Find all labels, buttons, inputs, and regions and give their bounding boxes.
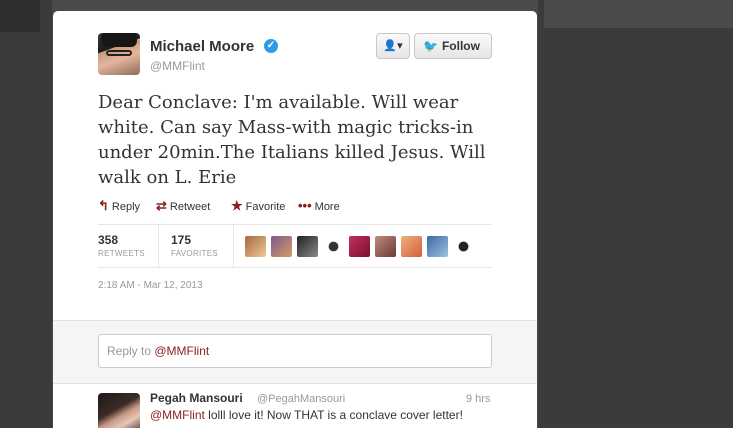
verified-badge-icon: ✓ (264, 39, 278, 53)
tweet-card: Michael Moore ✓ @MMFlint 👤▾ 🐦 Follow Dear… (53, 11, 537, 428)
reply-author-handle[interactable]: @PegahMansouri (257, 393, 345, 405)
reply-author-avatar[interactable] (98, 393, 140, 428)
author-handle[interactable]: @MMFlint (150, 59, 205, 73)
tweet-text: Dear Conclave: I'm available. Will wear … (98, 92, 486, 188)
favorites-count[interactable]: 175 (171, 233, 191, 247)
reply-label: Reply (111, 201, 141, 213)
retweets-label: RETWEETS (98, 249, 145, 258)
favoriter-avatar[interactable] (349, 236, 370, 257)
author-avatar[interactable] (98, 33, 140, 75)
favoriter-avatar[interactable] (427, 236, 448, 257)
reply-text-body: lolll love it! Now THAT is a conclave co… (204, 408, 463, 422)
stats-bar: 358 RETWEETS 175 FAVORITES (98, 224, 492, 268)
person-icon: 👤▾ (383, 40, 403, 52)
reply-action[interactable]: ↰ Reply (98, 198, 140, 214)
reply-area: Reply to @MMFlint (53, 320, 537, 384)
retweets-count[interactable]: 358 (98, 233, 118, 247)
reply-arrow-icon: ↰ (98, 198, 109, 213)
more-dots-icon: ••• (298, 198, 312, 213)
reply-author-name[interactable]: Pegah Mansouri (150, 391, 243, 405)
favorites-label: FAVORITES (171, 249, 219, 258)
retweet-label: Retweet (169, 201, 211, 213)
bird-icon: 🐦 (423, 39, 438, 53)
reply-prefix: Reply to (107, 344, 155, 358)
reply-text: @MMFlint lolll love it! Now THAT is a co… (150, 408, 463, 422)
background-block (544, 0, 733, 28)
background-right (538, 0, 733, 428)
more-action[interactable]: ••• More (298, 198, 340, 213)
favorite-action[interactable]: ★ Favorite (231, 198, 285, 214)
stat-divider (158, 225, 159, 267)
favoriter-avatar[interactable] (453, 236, 474, 257)
follow-button[interactable]: 🐦 Follow (414, 33, 492, 59)
favoriter-avatar[interactable] (245, 236, 266, 257)
star-icon: ★ (231, 198, 243, 213)
retweet-icon: ⇄ (156, 198, 167, 213)
reply-mention: @MMFlint (154, 344, 210, 358)
background-block (0, 0, 40, 32)
favorite-label: Favorite (245, 201, 286, 213)
follow-label: Follow (441, 39, 480, 53)
favoriter-avatar[interactable] (401, 236, 422, 257)
favoriter-avatar[interactable] (375, 236, 396, 257)
stat-divider (233, 225, 234, 267)
user-actions-button[interactable]: 👤▾ (376, 33, 410, 59)
author-name[interactable]: Michael Moore (150, 38, 254, 55)
retweet-action[interactable]: ⇄ Retweet (156, 198, 210, 214)
reply-time[interactable]: 9 hrs (466, 393, 490, 405)
reply-input[interactable]: Reply to @MMFlint (98, 334, 492, 368)
favoriter-avatar[interactable] (297, 236, 318, 257)
favoriter-avatar[interactable] (323, 236, 344, 257)
reply-text-mention[interactable]: @MMFlint (150, 408, 205, 422)
tweet-timestamp[interactable]: 2:18 AM - Mar 12, 2013 (98, 280, 203, 291)
more-label: More (314, 201, 340, 213)
favoriter-avatar[interactable] (271, 236, 292, 257)
background-left (0, 0, 52, 428)
